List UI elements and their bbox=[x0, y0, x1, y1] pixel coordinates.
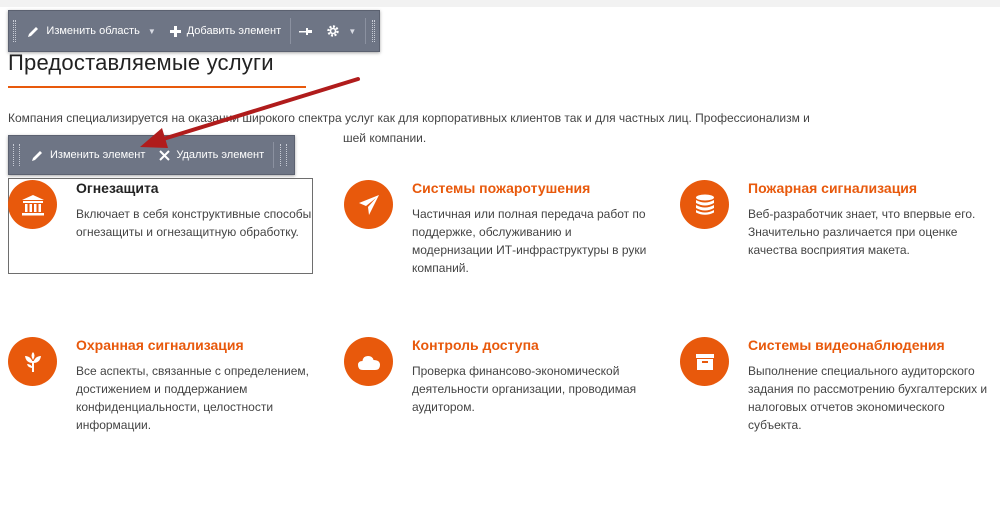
service-title: Системы пожаротушения bbox=[412, 180, 591, 196]
top-strip bbox=[0, 0, 1000, 7]
service-description: Веб-разработчик знает, что впервые его. … bbox=[748, 207, 976, 257]
cloud-icon bbox=[344, 337, 393, 386]
service-description: Все аспекты, связанные с определением, д… bbox=[76, 364, 309, 432]
service-title: Системы видеонаблюдения bbox=[748, 337, 945, 353]
service-description: Включает в себя конструктивные способы о… bbox=[76, 207, 312, 239]
bank-icon bbox=[8, 180, 57, 229]
gear-icon bbox=[326, 24, 340, 38]
pencil-icon bbox=[27, 25, 40, 38]
database-icon bbox=[680, 180, 729, 229]
chevron-down-icon[interactable]: ▼ bbox=[348, 27, 356, 36]
grip-icon[interactable] bbox=[371, 20, 375, 42]
service-description: Частичная или полная передача работ по п… bbox=[412, 207, 647, 275]
add-element-button[interactable]: Добавить элемент bbox=[163, 11, 288, 51]
service-title: Огнезащита bbox=[76, 180, 159, 196]
add-element-label: Добавить элемент bbox=[186, 25, 282, 37]
plus-icon bbox=[169, 25, 181, 37]
service-title: Пожарная сигнализация bbox=[748, 180, 918, 196]
title-underline bbox=[8, 86, 306, 88]
edit-element-button[interactable]: Изменить элемент bbox=[24, 136, 152, 174]
toolbar-divider bbox=[273, 142, 275, 168]
service-title: Охранная сигнализация bbox=[76, 337, 244, 353]
edit-area-label: Изменить область bbox=[46, 25, 140, 37]
archive-icon bbox=[680, 337, 729, 386]
delete-element-button[interactable]: Удалить элемент bbox=[152, 136, 271, 174]
service-description: Выполнение специального аудиторского зад… bbox=[748, 364, 988, 432]
delete-element-label: Удалить элемент bbox=[176, 149, 265, 161]
intro-line-1: Компания специализируется на оказании ши… bbox=[8, 111, 810, 125]
area-edit-toolbar: Изменить область ▼ Добавить элемент ▼ bbox=[8, 10, 380, 52]
pin-icon bbox=[299, 26, 313, 37]
edit-element-label: Изменить элемент bbox=[50, 149, 146, 161]
grip-icon[interactable] bbox=[13, 144, 20, 166]
paper-plane-icon bbox=[344, 180, 393, 229]
element-edit-toolbar: Изменить элемент Удалить элемент bbox=[8, 135, 295, 175]
chevron-down-icon[interactable]: ▼ bbox=[148, 27, 156, 36]
leaf-icon bbox=[8, 337, 57, 386]
settings-button[interactable]: ▼ bbox=[319, 11, 363, 51]
grip-icon[interactable] bbox=[280, 144, 288, 166]
grip-icon[interactable] bbox=[13, 20, 17, 42]
pin-button[interactable] bbox=[292, 11, 319, 51]
pencil-icon bbox=[31, 149, 44, 162]
service-description: Проверка финансово-экономической деятель… bbox=[412, 364, 637, 414]
close-icon bbox=[159, 149, 171, 161]
edit-area-button[interactable]: Изменить область ▼ bbox=[20, 11, 162, 51]
page-title: Предоставляемые услуги bbox=[8, 50, 274, 75]
service-title: Контроль доступа bbox=[412, 337, 539, 353]
